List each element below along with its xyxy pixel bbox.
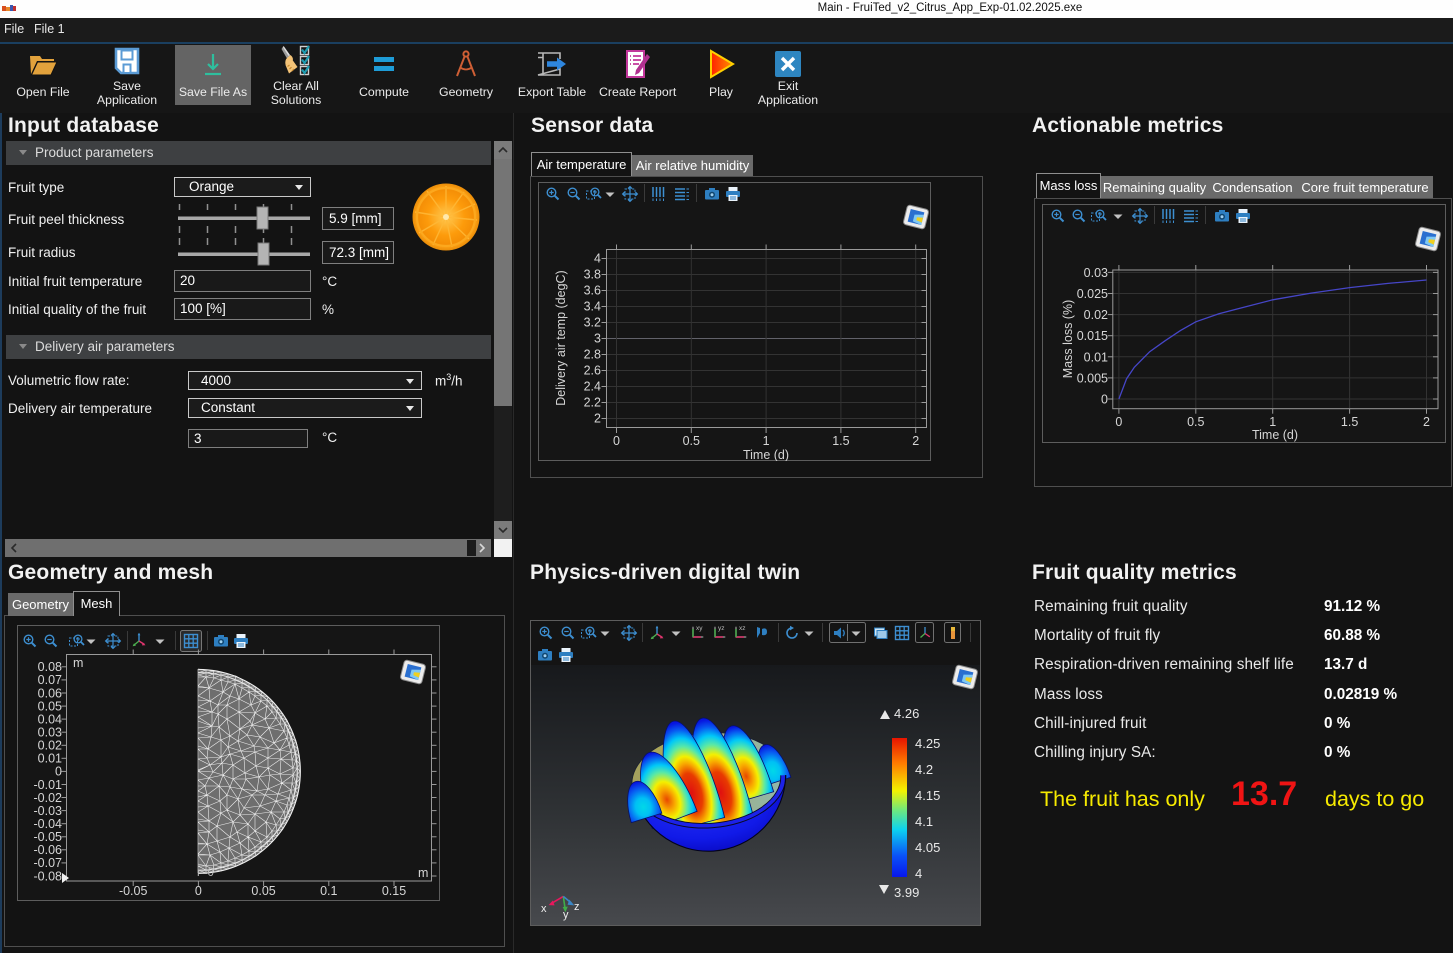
svg-text:-0.07: -0.07	[34, 856, 63, 870]
svg-text:2: 2	[1423, 415, 1430, 429]
svg-text:3.4: 3.4	[584, 300, 601, 314]
svg-text:3.2: 3.2	[584, 316, 601, 330]
svg-text:0: 0	[1115, 415, 1122, 429]
svg-text:2.2: 2.2	[584, 396, 601, 410]
svg-text:0.5: 0.5	[1187, 415, 1204, 429]
svg-text:-0.06: -0.06	[34, 843, 63, 857]
svg-text:m: m	[73, 656, 83, 670]
svg-text:0.15: 0.15	[382, 884, 406, 898]
svg-text:Delivery air temp (degC): Delivery air temp (degC)	[554, 270, 568, 405]
svg-text:y: y	[563, 909, 569, 921]
svg-text:4.25: 4.25	[915, 736, 940, 751]
svg-text:2: 2	[594, 412, 601, 426]
svg-text:1.5: 1.5	[1341, 415, 1358, 429]
svg-text:x: x	[541, 903, 547, 915]
svg-text:2.4: 2.4	[584, 380, 601, 394]
svg-text:1.5: 1.5	[832, 434, 849, 448]
svg-text:-0.01: -0.01	[34, 778, 63, 792]
svg-text:4.15: 4.15	[915, 788, 940, 803]
svg-text:1: 1	[1269, 415, 1276, 429]
svg-text:0.01: 0.01	[38, 752, 62, 766]
svg-text:4.26: 4.26	[894, 706, 919, 721]
svg-text:4.2: 4.2	[915, 762, 933, 777]
svg-text:0.02: 0.02	[1084, 308, 1108, 322]
svg-text:0.015: 0.015	[1077, 329, 1108, 343]
svg-text:0.05: 0.05	[38, 699, 62, 713]
svg-text:2: 2	[912, 434, 919, 448]
svg-text:0: 0	[55, 765, 62, 779]
svg-text:4: 4	[915, 866, 922, 881]
svg-text:0.08: 0.08	[38, 660, 62, 674]
svg-text:1: 1	[763, 434, 770, 448]
svg-text:0.03: 0.03	[1084, 266, 1108, 280]
svg-text:Time (d): Time (d)	[743, 448, 789, 461]
svg-text:4: 4	[594, 252, 601, 266]
svg-text:2.8: 2.8	[584, 348, 601, 362]
svg-text:0.5: 0.5	[683, 434, 700, 448]
svg-text:3.8: 3.8	[584, 268, 601, 282]
svg-text:3: 3	[594, 332, 601, 346]
svg-text:0: 0	[613, 434, 620, 448]
svg-text:xy: xy	[696, 625, 703, 632]
svg-text:0: 0	[195, 884, 202, 898]
svg-text:3.6: 3.6	[584, 284, 601, 298]
svg-text:z: z	[574, 901, 580, 913]
svg-text:Time (d): Time (d)	[1252, 428, 1298, 442]
svg-text:0.03: 0.03	[38, 726, 62, 740]
svg-text:4.05: 4.05	[915, 840, 940, 855]
svg-text:m: m	[418, 866, 428, 880]
svg-text:-0.03: -0.03	[34, 804, 63, 818]
svg-text:xz: xz	[739, 625, 746, 632]
svg-text:-0.02: -0.02	[34, 791, 63, 805]
svg-text:Mass loss (%): Mass loss (%)	[1061, 300, 1075, 378]
svg-text:4.1: 4.1	[915, 814, 933, 829]
svg-text:yz: yz	[718, 625, 725, 632]
svg-text:-0.04: -0.04	[34, 817, 63, 831]
svg-text:0.02: 0.02	[38, 739, 62, 753]
svg-text:0.05: 0.05	[251, 884, 275, 898]
svg-text:0.1: 0.1	[320, 884, 337, 898]
svg-text:0: 0	[1101, 393, 1108, 407]
svg-text:0.01: 0.01	[1084, 350, 1108, 364]
svg-text:0.07: 0.07	[38, 673, 62, 687]
svg-text:0.005: 0.005	[1077, 371, 1108, 385]
svg-text:2.6: 2.6	[584, 364, 601, 378]
svg-text:0.04: 0.04	[38, 712, 62, 726]
svg-text:0.025: 0.025	[1077, 287, 1108, 301]
svg-text:0.06: 0.06	[38, 686, 62, 700]
svg-text:r=0: r=0	[197, 867, 214, 879]
svg-text:-0.05: -0.05	[34, 830, 63, 844]
svg-text:-0.08: -0.08	[34, 869, 63, 883]
svg-text:-0.05: -0.05	[119, 884, 148, 898]
svg-text:3.99: 3.99	[894, 885, 919, 900]
